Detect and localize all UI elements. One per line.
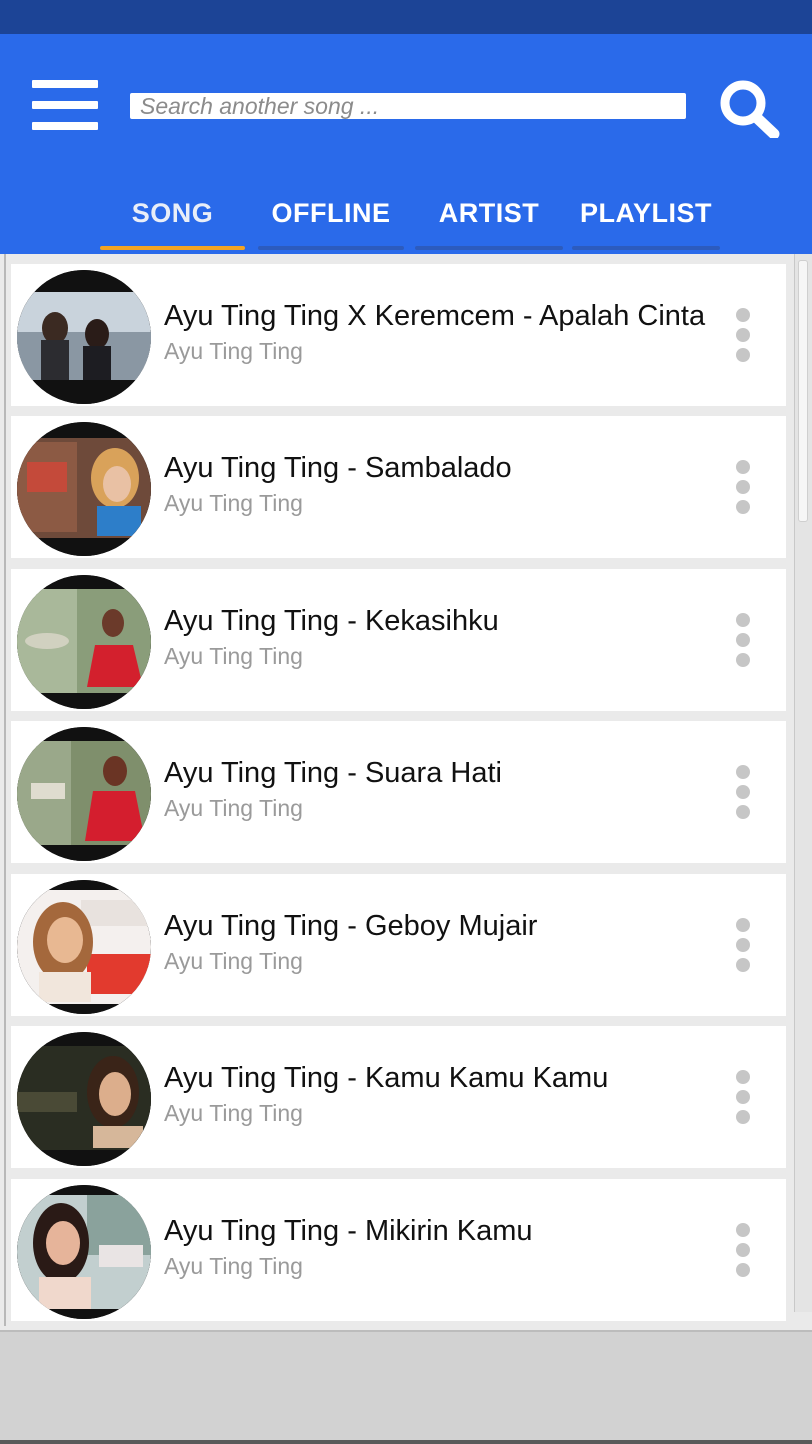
song-row[interactable]: Ayu Ting Ting - Suara Hati Ayu Ting Ting [11,721,786,863]
tab-indicator [100,246,245,250]
song-thumbnail [17,422,151,556]
song-title: Ayu Ting Ting - Kamu Kamu Kamu [164,1062,609,1094]
song-row[interactable]: Ayu Ting Ting - Sambalado Ayu Ting Ting [11,416,786,558]
tab-label: OFFLINE [271,198,391,228]
song-thumbnail [17,727,151,861]
more-options-icon[interactable] [731,1070,755,1130]
status-bar [0,0,812,34]
bottom-border [0,1440,812,1444]
menu-line [32,122,98,130]
tab-offline[interactable]: OFFLINE [258,190,404,250]
more-options-icon[interactable] [731,308,755,368]
song-thumbnail [17,1032,151,1166]
more-options-icon[interactable] [731,613,755,673]
song-thumbnail [17,575,151,709]
song-title: Ayu Ting Ting X Keremcem - Apalah Cinta [164,300,706,332]
song-artist: Ayu Ting Ting [164,643,303,669]
song-artist: Ayu Ting Ting [164,948,303,974]
more-options-icon[interactable] [731,918,755,978]
song-artist: Ayu Ting Ting [164,1253,303,1279]
song-artist: Ayu Ting Ting [164,795,303,821]
tab-indicator [415,246,563,250]
tab-artist[interactable]: ARTIST [415,190,563,250]
bottom-panel [0,1330,812,1444]
song-thumbnail [17,270,151,404]
song-artist: Ayu Ting Ting [164,338,303,364]
song-thumbnail [17,880,151,1014]
tab-label: PLAYLIST [579,198,713,228]
more-options-icon[interactable] [731,1223,755,1283]
scrollbar[interactable] [794,254,812,1312]
hamburger-menu-icon[interactable] [32,78,100,132]
song-title: Ayu Ting Ting - Geboy Mujair [164,910,538,942]
more-options-icon[interactable] [731,460,755,520]
song-list: Ayu Ting Ting X Keremcem - Apalah Cinta … [0,254,812,1330]
tab-song[interactable]: SONG [100,190,245,250]
song-row[interactable]: Ayu Ting Ting - Mikirin Kamu Ayu Ting Ti… [11,1179,786,1321]
menu-line [32,80,98,88]
scrollbar-thumb[interactable] [798,260,808,522]
search-input[interactable] [130,93,686,119]
song-title: Ayu Ting Ting - Sambalado [164,452,512,484]
tab-indicator [572,246,720,250]
tab-label: ARTIST [438,198,540,228]
song-row[interactable]: Ayu Ting Ting - Geboy Mujair Ayu Ting Ti… [11,874,786,1016]
tab-indicator [258,246,404,250]
song-row[interactable]: Ayu Ting Ting - Kekasihku Ayu Ting Ting [11,569,786,711]
more-options-icon[interactable] [731,765,755,825]
song-thumbnail [17,1185,151,1319]
song-title: Ayu Ting Ting - Suara Hati [164,757,502,789]
song-title: Ayu Ting Ting - Kekasihku [164,605,499,637]
song-row[interactable]: Ayu Ting Ting - Kamu Kamu Kamu Ayu Ting … [11,1026,786,1168]
song-title: Ayu Ting Ting - Mikirin Kamu [164,1215,533,1247]
song-artist: Ayu Ting Ting [164,1100,303,1126]
song-row[interactable]: Ayu Ting Ting X Keremcem - Apalah Cinta … [11,264,786,406]
menu-line [32,101,98,109]
search-icon[interactable] [716,78,780,140]
song-artist: Ayu Ting Ting [164,490,303,516]
tab-label: SONG [131,198,214,228]
tab-playlist[interactable]: PLAYLIST [572,190,720,250]
tab-bar: SONG OFFLINE ARTIST PLAYLIST [0,190,812,252]
